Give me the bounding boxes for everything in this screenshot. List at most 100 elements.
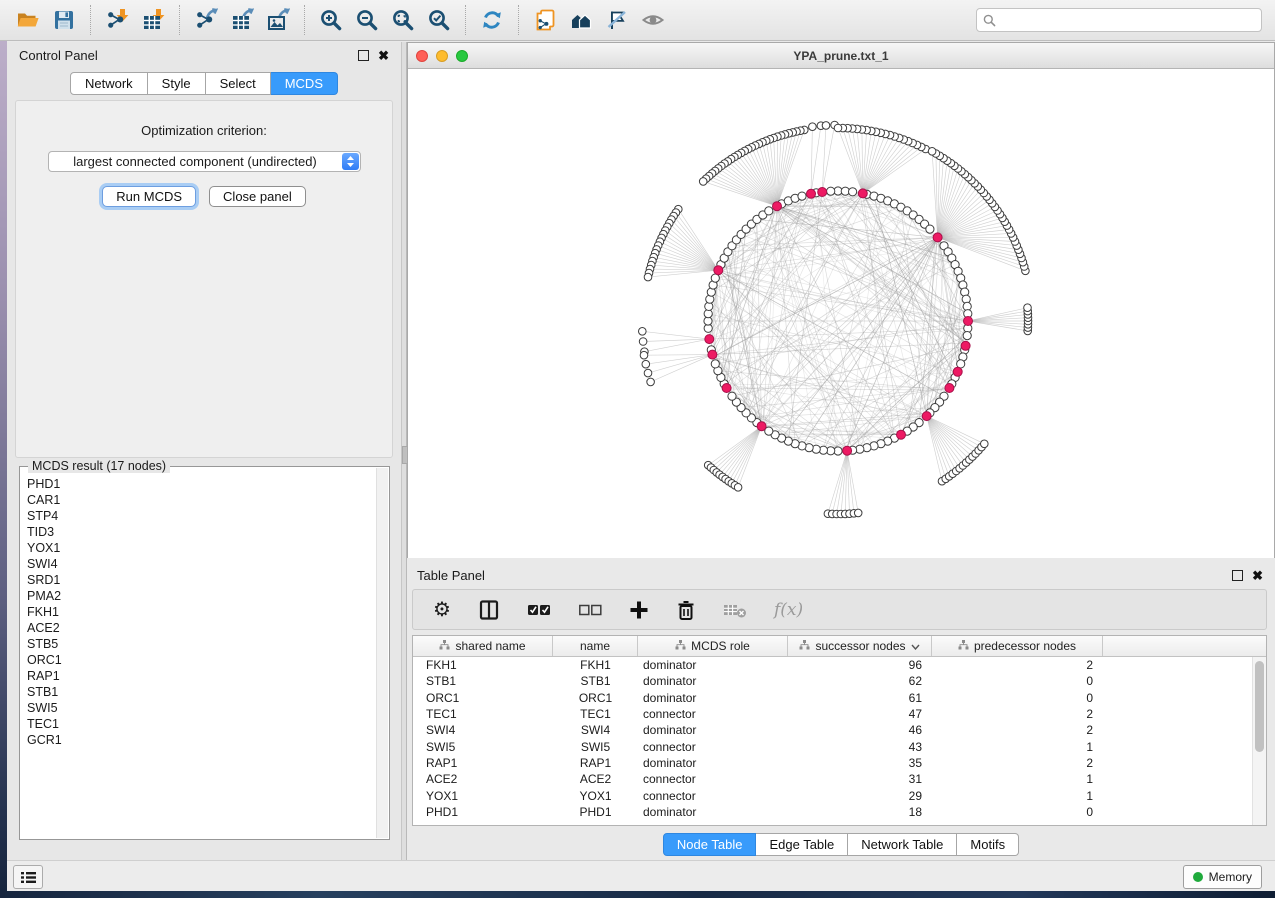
tab-mcds[interactable]: MCDS bbox=[271, 72, 338, 95]
tab-select[interactable]: Select bbox=[206, 72, 271, 95]
mcds-hub-node[interactable] bbox=[843, 446, 852, 455]
double-house-icon[interactable] bbox=[563, 3, 599, 37]
mcds-hub-node[interactable] bbox=[714, 266, 723, 275]
mcds-hub-node[interactable] bbox=[964, 317, 973, 326]
table-row[interactable]: ACE2ACE2connector311 bbox=[413, 771, 1266, 787]
columns-icon[interactable] bbox=[478, 599, 500, 621]
table-scrollbar[interactable] bbox=[1252, 657, 1266, 825]
mcds-hub-node[interactable] bbox=[818, 188, 827, 197]
mcds-result-item[interactable]: RAP1 bbox=[27, 668, 376, 684]
mcds-hub-node[interactable] bbox=[773, 202, 782, 211]
mcds-hub-node[interactable] bbox=[807, 189, 816, 198]
tab-style[interactable]: Style bbox=[148, 72, 206, 95]
mcds-hub-node[interactable] bbox=[722, 384, 731, 393]
memory-button[interactable]: Memory bbox=[1183, 865, 1262, 889]
search-icon bbox=[983, 14, 996, 27]
gear-icon[interactable]: ⚙ bbox=[433, 600, 451, 620]
mcds-result-list[interactable]: PHD1CAR1STP4TID3YOX1SWI4SRD1PMA2FKH1ACE2… bbox=[21, 470, 376, 838]
search-box[interactable] bbox=[976, 8, 1262, 32]
table-row[interactable]: SWI5SWI5connector431 bbox=[413, 738, 1266, 754]
export-image-icon[interactable] bbox=[260, 3, 296, 37]
column-header-successor-nodes[interactable]: successor nodes bbox=[788, 636, 932, 656]
tab-network-table[interactable]: Network Table bbox=[848, 833, 957, 856]
search-input[interactable] bbox=[1000, 12, 1261, 28]
table-row[interactable]: RAP1RAP1dominator352 bbox=[413, 755, 1266, 771]
mcds-result-item[interactable]: FKH1 bbox=[27, 604, 376, 620]
mcds-result-item[interactable]: GCR1 bbox=[27, 732, 376, 748]
mcds-result-item[interactable]: SWI5 bbox=[27, 700, 376, 716]
table-row[interactable]: PHD1PHD1dominator180 bbox=[413, 804, 1266, 820]
zoom-fit-icon[interactable] bbox=[385, 3, 421, 37]
save-icon[interactable] bbox=[46, 3, 82, 37]
table-row[interactable]: YOX1YOX1connector291 bbox=[413, 787, 1266, 803]
export-network-icon[interactable] bbox=[188, 3, 224, 37]
delete-row-icon[interactable] bbox=[676, 599, 696, 621]
open-folder-icon[interactable] bbox=[10, 3, 46, 37]
table-cell: 47 bbox=[788, 707, 932, 721]
column-header-name[interactable]: name bbox=[553, 636, 638, 656]
table-row[interactable]: ORC1ORC1dominator610 bbox=[413, 690, 1266, 706]
float-table-panel-icon[interactable] bbox=[1232, 570, 1243, 581]
mcds-result-item[interactable]: PMA2 bbox=[27, 588, 376, 604]
export-table-icon[interactable] bbox=[224, 3, 260, 37]
optimization-criterion-dropdown[interactable]: largest connected component (undirected) bbox=[48, 151, 361, 172]
close-table-panel-icon[interactable]: ✖ bbox=[1252, 571, 1263, 580]
network-window-titlebar[interactable]: YPA_prune.txt_1 bbox=[408, 43, 1274, 69]
import-network-icon[interactable] bbox=[99, 3, 135, 37]
eye-icon[interactable] bbox=[635, 3, 671, 37]
task-history-button[interactable] bbox=[13, 865, 43, 889]
table-scrollbar-thumb[interactable] bbox=[1255, 661, 1264, 752]
dropdown-stepper-icon bbox=[342, 153, 359, 170]
column-header-MCDS-role[interactable]: MCDS role bbox=[638, 636, 788, 656]
table-row[interactable]: FKH1FKH1dominator962 bbox=[413, 657, 1266, 673]
mcds-result-item[interactable]: ORC1 bbox=[27, 652, 376, 668]
mcds-result-item[interactable]: STB1 bbox=[27, 684, 376, 700]
mcds-result-item[interactable]: STP4 bbox=[27, 508, 376, 524]
mcds-result-item[interactable]: YOX1 bbox=[27, 540, 376, 556]
run-mcds-button[interactable]: Run MCDS bbox=[102, 186, 196, 207]
mcds-result-item[interactable]: SRD1 bbox=[27, 572, 376, 588]
table-row[interactable]: TEC1TEC1connector472 bbox=[413, 706, 1266, 722]
close-panel-button[interactable]: Close panel bbox=[209, 186, 306, 207]
control-panel-tabs: NetworkStyleSelectMCDS bbox=[7, 72, 401, 95]
close-panel-icon[interactable]: ✖ bbox=[378, 51, 389, 60]
mcds-hub-node[interactable] bbox=[922, 412, 931, 421]
mcds-hub-node[interactable] bbox=[953, 367, 962, 376]
mcds-hub-node[interactable] bbox=[757, 422, 766, 431]
column-header-predecessor-nodes[interactable]: predecessor nodes bbox=[932, 636, 1103, 656]
mcds-result-item[interactable]: STB5 bbox=[27, 636, 376, 652]
tab-edge-table[interactable]: Edge Table bbox=[756, 833, 848, 856]
mcds-result-item[interactable]: ACE2 bbox=[27, 620, 376, 636]
import-table-icon[interactable] bbox=[135, 3, 171, 37]
float-panel-icon[interactable] bbox=[358, 50, 369, 61]
mcds-hub-node[interactable] bbox=[708, 350, 717, 359]
add-row-icon[interactable] bbox=[629, 600, 649, 620]
mcds-hub-node[interactable] bbox=[858, 189, 867, 198]
column-header-shared-name[interactable]: shared name bbox=[413, 636, 553, 656]
zoom-in-icon[interactable] bbox=[313, 3, 349, 37]
mcds-hub-node[interactable] bbox=[705, 335, 714, 344]
zoom-out-icon[interactable] bbox=[349, 3, 385, 37]
network-canvas[interactable] bbox=[408, 69, 1274, 558]
table-row[interactable]: SWI4SWI4dominator462 bbox=[413, 722, 1266, 738]
unselect-all-icon[interactable] bbox=[578, 602, 602, 618]
zoom-selected-icon[interactable] bbox=[421, 3, 457, 37]
mcds-result-item[interactable]: PHD1 bbox=[27, 476, 376, 492]
mcds-result-item[interactable]: CAR1 bbox=[27, 492, 376, 508]
select-all-icon[interactable] bbox=[527, 602, 551, 618]
tab-node-table[interactable]: Node Table bbox=[663, 833, 757, 856]
mcds-hub-node[interactable] bbox=[933, 233, 942, 242]
mcds-scrollbar[interactable] bbox=[376, 468, 388, 838]
mcds-hub-node[interactable] bbox=[897, 430, 906, 439]
mcds-result-item[interactable]: TID3 bbox=[27, 524, 376, 540]
flag-slash-icon[interactable] bbox=[599, 3, 635, 37]
table-row[interactable]: STB1STB1dominator620 bbox=[413, 673, 1266, 689]
tab-motifs[interactable]: Motifs bbox=[957, 833, 1019, 856]
mcds-hub-node[interactable] bbox=[961, 341, 970, 350]
refresh-icon[interactable] bbox=[474, 3, 510, 37]
mcds-hub-node[interactable] bbox=[945, 384, 954, 393]
tab-network[interactable]: Network bbox=[70, 72, 148, 95]
clone-network-icon[interactable] bbox=[527, 3, 563, 37]
mcds-result-item[interactable]: SWI4 bbox=[27, 556, 376, 572]
mcds-result-item[interactable]: TEC1 bbox=[27, 716, 376, 732]
